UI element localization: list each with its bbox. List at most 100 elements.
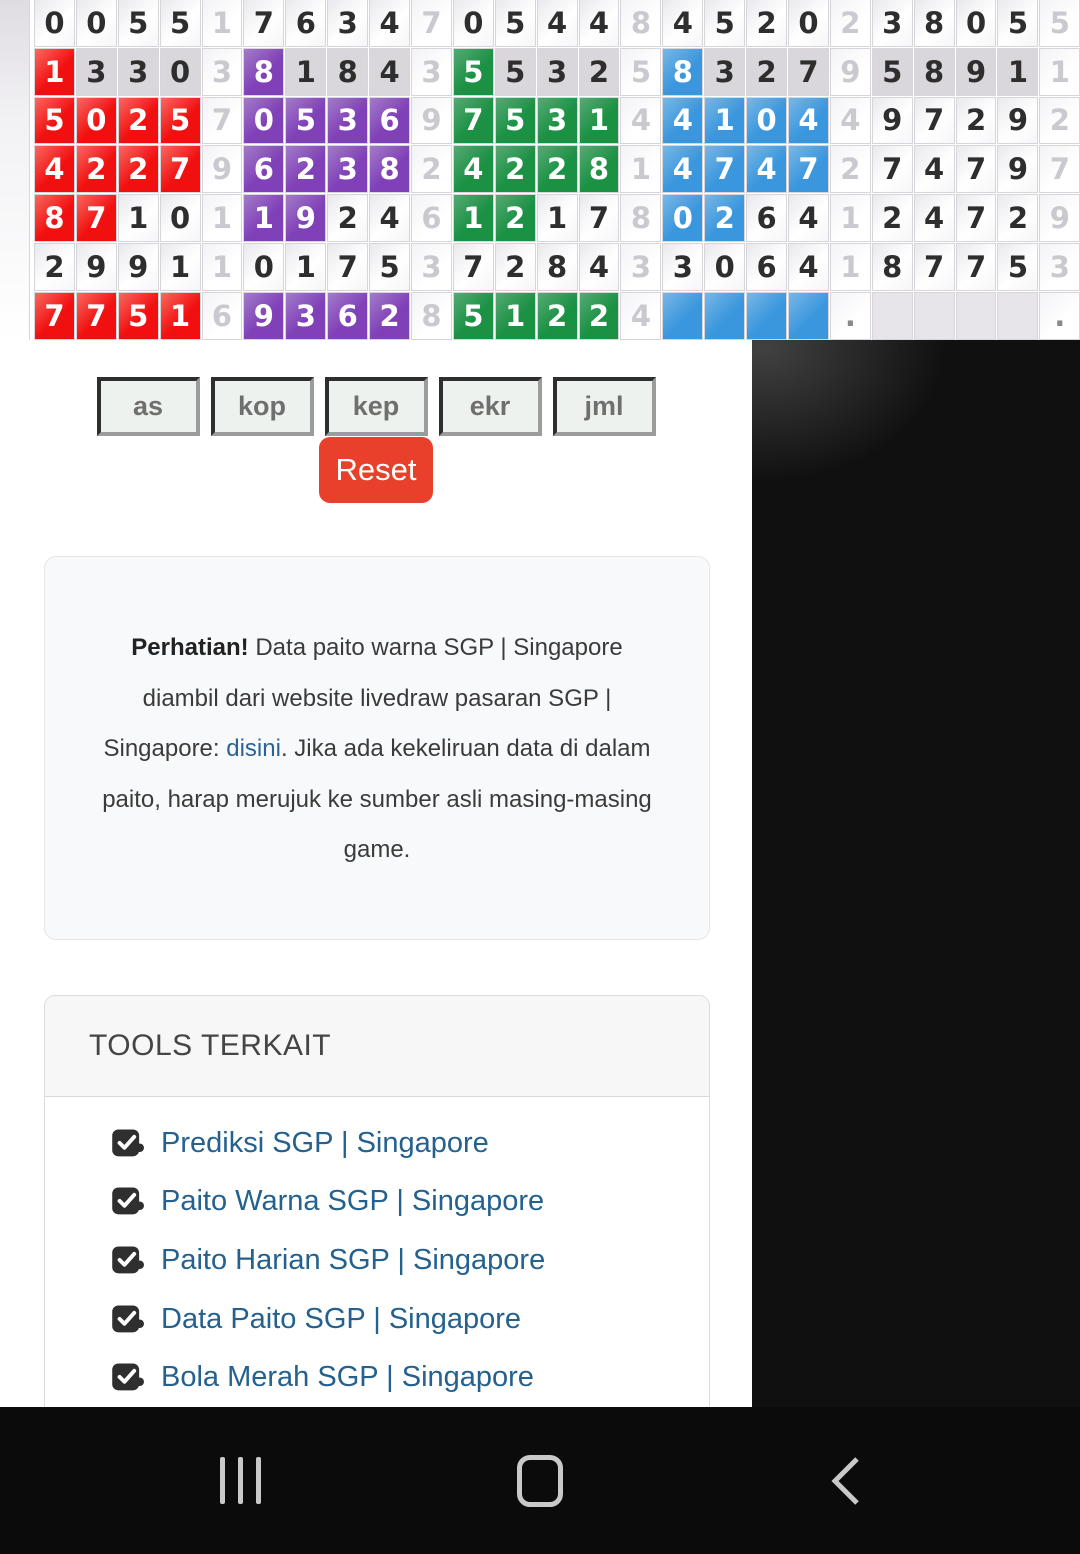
grid-cell: 8 (370, 146, 409, 192)
home-glyph (517, 1455, 563, 1507)
grid-cell: 8 (35, 195, 74, 241)
grid-cell: 2 (496, 244, 535, 290)
grid-cell: 9 (998, 98, 1037, 144)
grid-separator-cell: 2 (1040, 98, 1079, 144)
grid-separator-cell: . (1040, 293, 1079, 339)
grid-cell: 3 (77, 49, 116, 95)
grid-cell: 4 (35, 146, 74, 192)
grid-separator-cell: 4 (621, 293, 660, 339)
ekr-toggle-button[interactable]: ekr (439, 377, 542, 436)
grid-separator-cell: 3 (412, 49, 451, 95)
grid-cell: 2 (77, 146, 116, 192)
android-navbar (0, 1407, 1080, 1554)
notice-bold: Perhatian! (131, 634, 248, 661)
grid-cell: 0 (747, 98, 786, 144)
grid-cell: 3 (538, 98, 577, 144)
notice-text: Perhatian! Data paito warna SGP | Singap… (97, 623, 657, 876)
grid-cell: 0 (705, 244, 744, 290)
grid-cell: 7 (957, 195, 996, 241)
grid-cell: 6 (747, 244, 786, 290)
grid-separator-cell: 4 (621, 98, 660, 144)
grid-cell: 8 (873, 244, 912, 290)
grid-cell: 0 (454, 0, 493, 46)
grid-separator-cell: 3 (621, 244, 660, 290)
grid-cell: 1 (286, 49, 325, 95)
grid-cell: 1 (538, 195, 577, 241)
grid-cell (998, 293, 1037, 339)
back-glyph (828, 1455, 862, 1507)
as-toggle-button[interactable]: as (97, 377, 200, 436)
back-icon[interactable] (785, 1407, 905, 1554)
recent-apps-icon[interactable] (180, 1407, 300, 1554)
grid-left-edge (0, 0, 30, 340)
grid-cell: 7 (35, 293, 74, 339)
grid-cell: 8 (915, 49, 954, 95)
reset-button[interactable]: Reset (319, 437, 433, 503)
grid-cell: 4 (370, 0, 409, 46)
grid-cell: 9 (998, 146, 1037, 192)
tool-item: Data Paito SGP | Singapore (111, 1290, 709, 1349)
grid-cell: 4 (538, 0, 577, 46)
kep-toggle-button[interactable]: kep (325, 377, 428, 436)
grid-cell: 8 (915, 0, 954, 46)
grid-cell: 9 (244, 293, 283, 339)
tool-link[interactable]: Data Paito SGP | Singapore (161, 1303, 521, 1336)
grid-cell: 1 (119, 195, 158, 241)
check-square-icon (111, 1128, 144, 1159)
grid-cell: 2 (747, 49, 786, 95)
grid-separator-cell: 7 (412, 0, 451, 46)
home-icon[interactable] (480, 1407, 600, 1554)
grid-cell: 8 (244, 49, 283, 95)
grid-cell (663, 293, 702, 339)
check-square-icon (111, 1304, 144, 1335)
grid-separator-cell: 8 (621, 195, 660, 241)
grid-cell: 7 (328, 244, 367, 290)
grid-cell: 7 (789, 49, 828, 95)
grid-cell: 4 (915, 146, 954, 192)
grid-cell: 0 (789, 0, 828, 46)
grid-cell: 2 (328, 195, 367, 241)
grid-cell: 5 (161, 98, 200, 144)
grid-cell: 3 (119, 49, 158, 95)
grid-cell: 2 (747, 0, 786, 46)
grid-cell: 3 (328, 0, 367, 46)
grid-cell: 2 (538, 293, 577, 339)
disini-link[interactable]: disini (226, 735, 281, 762)
grid-cell: 7 (244, 0, 283, 46)
grid-separator-cell: 9 (412, 98, 451, 144)
digit-toggle-row: askopkepekrjml (0, 377, 752, 436)
grid-cell: 0 (77, 98, 116, 144)
grid-cell: 6 (244, 146, 283, 192)
grid-separator-cell: 1 (203, 244, 242, 290)
grid-cell: 7 (454, 98, 493, 144)
grid-separator-cell: 7 (203, 98, 242, 144)
grid-cell: 1 (161, 293, 200, 339)
grid-separator-cell: 2 (831, 0, 870, 46)
grid-cell: 4 (580, 244, 619, 290)
tool-link[interactable]: Paito Harian SGP | Singapore (161, 1244, 545, 1277)
grid-separator-cell: 3 (203, 49, 242, 95)
grid-separator-cell: 1 (203, 195, 242, 241)
kop-toggle-button[interactable]: kop (211, 377, 314, 436)
tools-card-title: TOOLS TERKAIT (45, 996, 709, 1097)
tool-link[interactable]: Paito Warna SGP | Singapore (161, 1185, 544, 1218)
tool-link[interactable]: Bola Merah SGP | Singapore (161, 1361, 534, 1394)
grid-cell: 4 (370, 195, 409, 241)
grid-cell (873, 293, 912, 339)
grid-cell: 3 (328, 146, 367, 192)
grid-separator-cell: 6 (412, 195, 451, 241)
jml-toggle-button[interactable]: jml (553, 377, 656, 436)
grid-cell: 4 (663, 0, 702, 46)
notice-card: Perhatian! Data paito warna SGP | Singap… (44, 556, 710, 940)
grid-cell: 5 (454, 293, 493, 339)
grid-cell: 5 (873, 49, 912, 95)
grid-cell: 9 (119, 244, 158, 290)
check-square-icon (111, 1245, 144, 1276)
grid-separator-cell: 5 (1040, 0, 1079, 46)
grid-cell: 7 (161, 146, 200, 192)
grid-separator-cell: 8 (412, 293, 451, 339)
grid-separator-cell: 1 (831, 195, 870, 241)
tool-link[interactable]: Prediksi SGP | Singapore (161, 1127, 489, 1160)
grid-cell: 4 (747, 146, 786, 192)
grid-separator-cell: 2 (412, 146, 451, 192)
